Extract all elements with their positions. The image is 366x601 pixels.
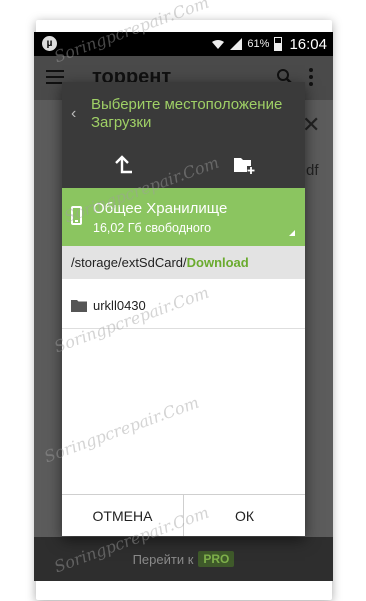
phone-storage-icon bbox=[71, 206, 82, 225]
storage-name: Общее Хранилище bbox=[93, 200, 228, 217]
torrent-app-notification-icon: µ bbox=[42, 36, 57, 51]
dialog-header: ‹ Выберите местоположение Загрузки bbox=[62, 82, 305, 146]
parent-folder-up-icon[interactable] bbox=[112, 154, 134, 176]
battery-icon bbox=[274, 37, 283, 51]
clock: 16:04 bbox=[289, 35, 327, 53]
go-to-label: Перейти к bbox=[132, 551, 194, 567]
choose-location-dialog: ‹ Выберите местоположение Загрузки Общее… bbox=[62, 82, 305, 536]
background-text-fragment: df bbox=[306, 162, 319, 179]
dialog-title: Выберите местоположение Загрузки bbox=[91, 96, 283, 131]
upgrade-banner[interactable]: Перейти к PRO bbox=[34, 537, 333, 581]
back-chevron-icon[interactable]: ‹ bbox=[71, 105, 76, 123]
path-current-folder: Download bbox=[186, 255, 249, 270]
signal-icon bbox=[230, 38, 243, 50]
folder-list: urkll0430 bbox=[62, 279, 305, 493]
screenshot-frame: µ 61% 16:04 торрент ✕ df Перейти к PRO ‹… bbox=[0, 0, 366, 601]
path-prefix: /storage/extSdCard/ bbox=[71, 255, 187, 270]
cancel-button[interactable]: ОТМЕНА bbox=[62, 495, 184, 536]
storage-selector[interactable]: Общее Хранилище 16,02 Гб свободного bbox=[62, 188, 305, 246]
status-bar: µ 61% 16:04 bbox=[34, 32, 333, 56]
status-indicators: 61% 16:04 bbox=[211, 32, 327, 56]
battery-percent: 61% bbox=[247, 38, 270, 50]
storage-free-space: 16,02 Гб свободного bbox=[93, 221, 212, 235]
dialog-toolbar bbox=[62, 146, 305, 188]
folder-item[interactable]: urkll0430 bbox=[62, 287, 305, 329]
folder-name: urkll0430 bbox=[93, 298, 146, 313]
new-folder-icon[interactable] bbox=[233, 155, 255, 175]
ok-button[interactable]: ОК bbox=[184, 495, 305, 536]
folder-icon bbox=[71, 300, 87, 312]
wifi-icon bbox=[212, 39, 225, 49]
dialog-buttons: ОТМЕНА ОК bbox=[62, 494, 305, 536]
more-options-icon[interactable] bbox=[308, 68, 314, 86]
current-path: /storage/extSdCard/Download bbox=[62, 246, 305, 279]
dropdown-indicator-icon bbox=[289, 230, 295, 236]
pro-badge: PRO bbox=[198, 551, 235, 567]
